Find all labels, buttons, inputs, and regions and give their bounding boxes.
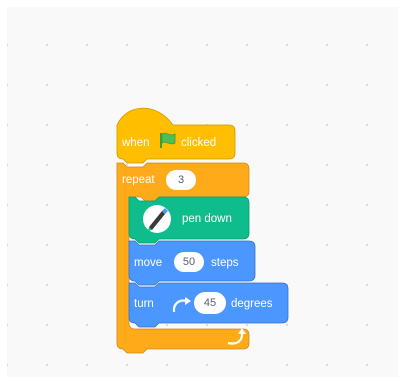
repeat-label: repeat (122, 174, 155, 186)
when-label: when (122, 137, 150, 149)
steps-label: steps (211, 257, 239, 269)
turn-label: turn (134, 298, 154, 310)
degrees-label: degrees (231, 298, 273, 310)
block-stack (116, 107, 289, 354)
degrees-input[interactable]: 45 (194, 292, 226, 314)
clicked-label: clicked (181, 137, 217, 149)
steps-input[interactable]: 50 (174, 252, 204, 272)
scratch-editor: when clicked repeat 3 pen down move 50 s… (0, 0, 401, 383)
script-workspace[interactable]: when clicked repeat 3 pen down move 50 s… (7, 7, 398, 377)
pen-down-label: pen down (182, 213, 232, 225)
move-label: move (134, 257, 163, 269)
pen-icon (143, 205, 171, 233)
repeat-count-input[interactable]: 3 (166, 170, 196, 190)
